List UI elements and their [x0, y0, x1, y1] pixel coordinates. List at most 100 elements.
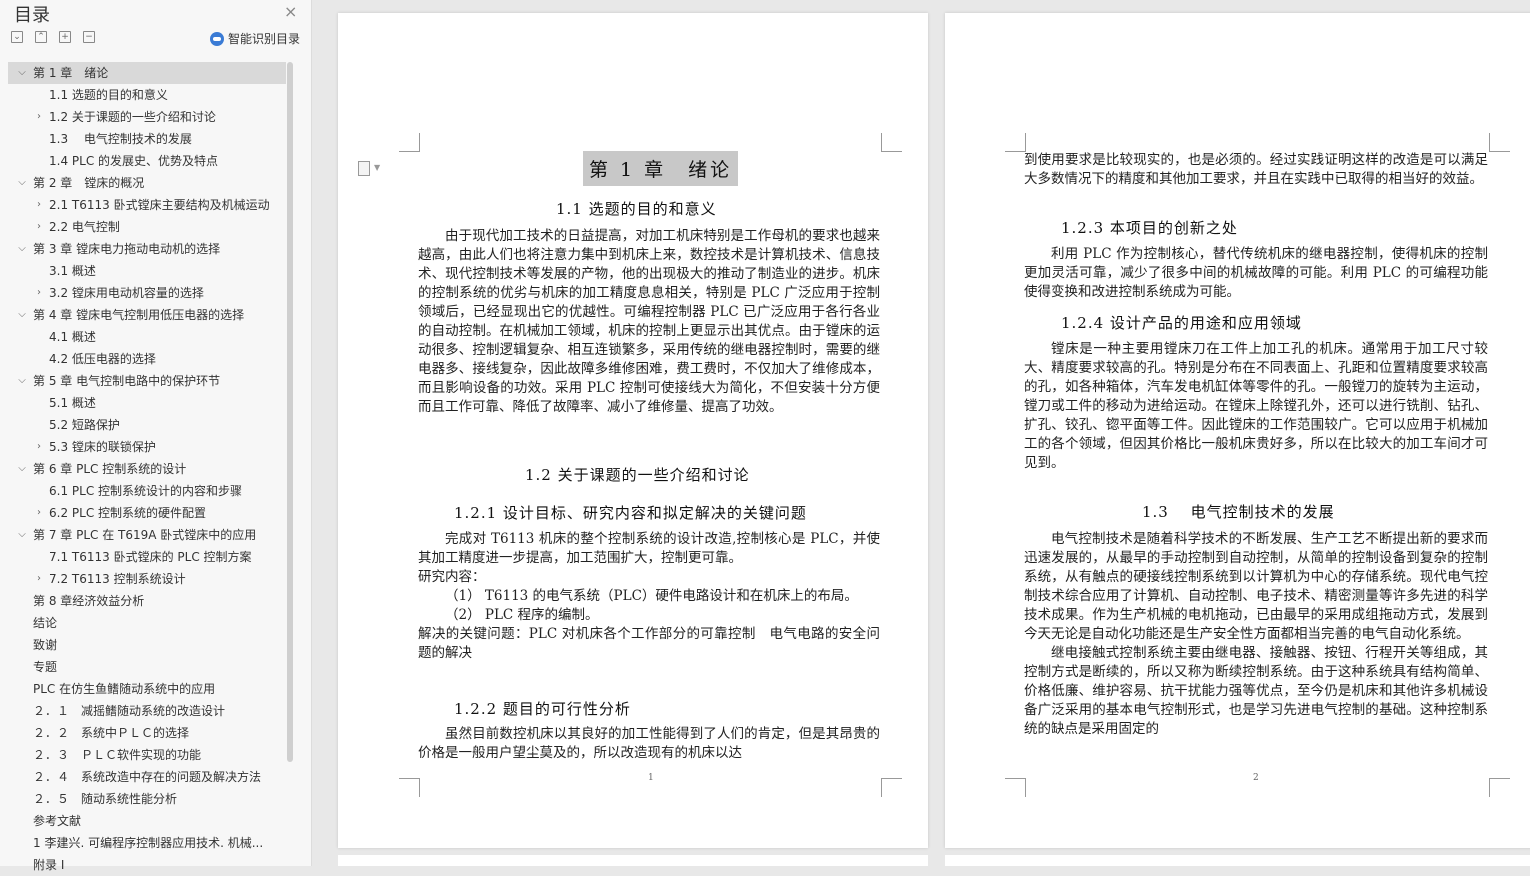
toc-item-label: 2.1 T6113 卧式镗床主要结构及机械运动	[49, 198, 270, 212]
toc-sidebar: 目录 × ⌄ ⌃ + − 智能识别目录 ⌵ 第 1 章 绪论 1.1 选题的目的和意…	[0, 0, 312, 872]
toc-item[interactable]: 1 李建兴. 可编程序控制器应用技术. 机械...	[8, 832, 286, 854]
toc-item[interactable]: ⌵ 第 4 章 镗床电气控制用低压电器的选择	[8, 304, 286, 326]
smart-toc-button[interactable]: 智能识别目录	[210, 30, 300, 47]
chevron-down-icon[interactable]: ⌵	[17, 238, 27, 260]
toc-item-label: 第 8 章经济效益分析	[33, 594, 145, 608]
toc-item-label: 5.2 短路保护	[49, 418, 120, 432]
toc-item[interactable]: 6.1 PLC 控制系统设计的内容和步骤	[8, 480, 286, 502]
toc-item-label: 1.4 PLC 的发展史、优势及特点	[49, 154, 219, 168]
toc-item[interactable]: › 2.1 T6113 卧式镗床主要结构及机械运动	[8, 194, 286, 216]
paragraph: 利用 PLC 作为控制核心，替代传统机床的继电器控制，使得机床的控制更加灵活可靠…	[1024, 246, 1488, 300]
toc-item[interactable]: 7.1 T6113 卧式镗床的 PLC 控制方案	[8, 546, 286, 568]
paragraph: 虽然目前数控机床以其良好的加工性能得到了人们的肯定，但是其昂贵的价格是一般用户望…	[418, 726, 880, 761]
toc-item[interactable]: ２．３ ＰＬＣ软件实现的功能	[8, 744, 286, 766]
toc-item[interactable]: › 7.2 T6113 控制系统设计	[8, 568, 286, 590]
heading-1-2-1: 1.2.1 设计目标、研究内容和拟定解决的关键问题	[454, 504, 807, 522]
toc-item[interactable]: 1.1 选题的目的和意义	[8, 84, 286, 106]
chevron-right-icon[interactable]: ›	[34, 502, 44, 524]
heading-1-2: 1.2 关于课题的一些介绍和讨论	[525, 466, 750, 484]
toc-item[interactable]: › 3.2 镗床用电动机容量的选择	[8, 282, 286, 304]
toc-item[interactable]: ⌵ 第 7 章 PLC 在 T619A 卧式镗床中的应用	[8, 524, 286, 546]
toc-item[interactable]: 专题	[8, 656, 286, 678]
toc-item-label: 参考文献	[33, 814, 82, 828]
chevron-down-icon[interactable]: ⌵	[17, 524, 27, 546]
paragraph: 到使用要求是比较现实的，也是必须的。经过实践证明这样的改造是可以满足大多数情况下…	[1024, 152, 1488, 187]
toc-item[interactable]: ⌵ 第 5 章 电气控制电路中的保护环节	[8, 370, 286, 392]
crop-mark	[881, 133, 902, 152]
toc-item[interactable]: 1.3 电气控制技术的发展	[8, 128, 286, 150]
chevron-down-icon[interactable]: ⌵	[17, 304, 27, 326]
crop-mark	[1489, 133, 1510, 152]
toc-item-label: 5.1 概述	[49, 396, 96, 410]
toc-item[interactable]: 4.1 概述	[8, 326, 286, 348]
toc-item[interactable]: 3.1 概述	[8, 260, 286, 282]
paragraph: 由于现代加工技术的日益提高，对加工机床特别是工作母机的要求也越来越高，由此人们也…	[418, 228, 880, 415]
toc-item[interactable]: 参考文献	[8, 810, 286, 832]
sidebar-scrollbar[interactable]	[287, 62, 293, 762]
toc-item[interactable]: ⌵ 第 1 章 绪论	[8, 62, 286, 84]
close-icon[interactable]: ×	[284, 2, 297, 21]
toc-item-label: 1.2 关于课题的一些介绍和讨论	[49, 110, 216, 124]
crop-mark	[881, 778, 902, 797]
toc-item[interactable]: ⌵ 第 6 章 PLC 控制系统的设计	[8, 458, 286, 480]
crop-mark	[1489, 778, 1510, 797]
chevron-right-icon[interactable]: ›	[34, 436, 44, 458]
toc-item-label: ２．４ 系统改造中存在的问题及解决方法	[33, 770, 262, 784]
toc-item[interactable]: ２．２ 系统中ＰＬＣ的选择	[8, 722, 286, 744]
toc-item[interactable]: ⌵ 第 3 章 镗床电力拖动电动机的选择	[8, 238, 286, 260]
toc-item[interactable]: ２．４ 系统改造中存在的问题及解决方法	[8, 766, 286, 788]
expand-up-icon[interactable]: ⌃	[35, 31, 47, 43]
heading-1-2-4: 1.2.4 设计产品的用途和应用领域	[1061, 314, 1302, 332]
chevron-down-icon[interactable]: ⌵	[17, 172, 27, 194]
chevron-down-icon[interactable]: ⌵	[17, 62, 27, 84]
toc-item-label: 第 2 章 镗床的概况	[33, 176, 145, 190]
document-icon[interactable]	[358, 161, 370, 176]
toc-item-label: 附录 I	[33, 858, 65, 872]
chevron-right-icon[interactable]: ›	[34, 216, 44, 238]
add-heading-icon[interactable]: +	[59, 31, 71, 43]
heading-1-3: 1.3 电气控制技术的发展	[1142, 503, 1335, 521]
toc-item-label: 4.1 概述	[49, 330, 96, 344]
page-number: 2	[1253, 773, 1259, 783]
toc-item[interactable]: › 5.3 镗床的联锁保护	[8, 436, 286, 458]
crop-mark	[399, 133, 420, 152]
toc-item[interactable]: 4.2 低压电器的选择	[8, 348, 286, 370]
dropdown-arrow-icon[interactable]: ▼	[374, 163, 380, 172]
chevron-right-icon[interactable]: ›	[34, 106, 44, 128]
toc-item[interactable]: 5.1 概述	[8, 392, 286, 414]
toc-item-label: 第 1 章 绪论	[33, 66, 109, 80]
toc-item[interactable]: ２．１ 减摇鳍随动系统的改造设计	[8, 700, 286, 722]
toc-list: ⌵ 第 1 章 绪论 1.1 选题的目的和意义 › 1.2 关于课题的一些介绍和讨论 1.…	[8, 62, 286, 876]
toc-item[interactable]: 第 8 章经济效益分析	[8, 590, 286, 612]
toc-item-label: 结论	[33, 616, 58, 630]
crop-mark	[399, 778, 420, 797]
paragraph-block: 电气控制技术是随着科学技术的不断发展、生产工艺不断提出新的要求而迅速发展的，从最…	[1024, 531, 1488, 737]
toc-item[interactable]: › 2.2 电气控制	[8, 216, 286, 238]
paragraph-block: 完成对 T6113 机床的整个控制系统的设计改造,控制核心是 PLC，并使其加工…	[418, 531, 880, 661]
toc-item[interactable]: ２．５ 随动系统性能分析	[8, 788, 286, 810]
toc-item[interactable]: › 1.2 关于课题的一些介绍和讨论	[8, 106, 286, 128]
toc-item[interactable]: 附录 I	[8, 854, 286, 876]
toc-item-label: 第 7 章 PLC 在 T619A 卧式镗床中的应用	[33, 528, 257, 542]
collapse-all-icon[interactable]: ⌄	[11, 31, 23, 43]
toc-item[interactable]: PLC 在仿生鱼鳍随动系统中的应用	[8, 678, 286, 700]
toc-item-label: 5.3 镗床的联锁保护	[49, 440, 156, 454]
chevron-down-icon[interactable]: ⌵	[17, 370, 27, 392]
toc-item[interactable]: 致谢	[8, 634, 286, 656]
toc-item-label: 1 李建兴. 可编程序控制器应用技术. 机械...	[33, 836, 264, 850]
toc-item[interactable]: 5.2 短路保护	[8, 414, 286, 436]
toc-item-label: 第 3 章 镗床电力拖动电动机的选择	[33, 242, 221, 256]
chevron-right-icon[interactable]: ›	[34, 568, 44, 590]
chevron-down-icon[interactable]: ⌵	[17, 458, 27, 480]
toc-item[interactable]: 结论	[8, 612, 286, 634]
chevron-right-icon[interactable]: ›	[34, 282, 44, 304]
toc-item[interactable]: › 6.2 PLC 控制系统的硬件配置	[8, 502, 286, 524]
toc-item-label: 第 4 章 镗床电气控制用低压电器的选择	[33, 308, 245, 322]
chevron-right-icon[interactable]: ›	[34, 194, 44, 216]
toc-item[interactable]: 1.4 PLC 的发展史、优势及特点	[8, 150, 286, 172]
next-page-edge	[945, 855, 1530, 866]
heading-1-2-3: 1.2.3 本项目的创新之处	[1061, 219, 1238, 237]
toc-item-label: 1.3 电气控制技术的发展	[49, 132, 192, 146]
toc-item[interactable]: ⌵ 第 2 章 镗床的概况	[8, 172, 286, 194]
remove-heading-icon[interactable]: −	[83, 31, 95, 43]
